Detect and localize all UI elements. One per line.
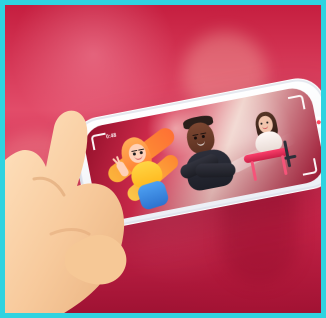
camera-frame-corner: [287, 94, 306, 112]
camera-frame-corner: [300, 158, 318, 176]
promo-image-scene: 0:48: [5, 5, 321, 313]
thumbnail-frame: 0:48: [0, 0, 326, 318]
camera-frame-corner: [102, 196, 121, 215]
